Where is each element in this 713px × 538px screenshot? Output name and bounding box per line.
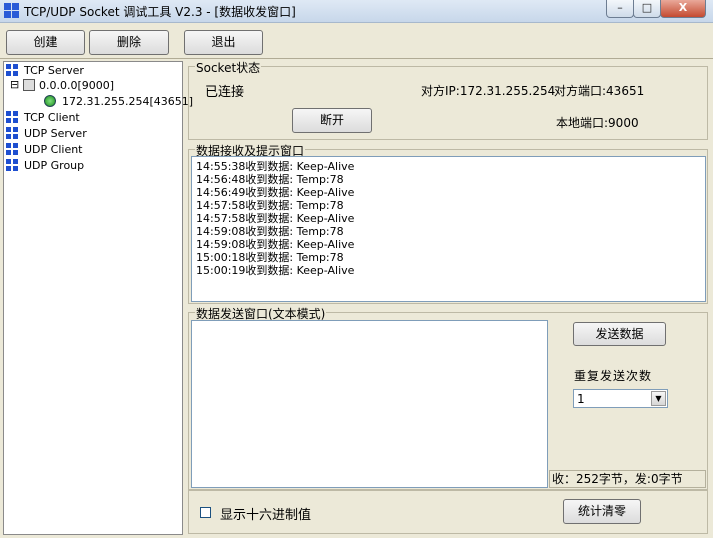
send-data-button[interactable]: 发送数据 xyxy=(573,322,666,346)
disconnect-button[interactable]: 断开 xyxy=(292,108,372,133)
socket-status-label: Socket状态 xyxy=(195,59,262,76)
server-icon xyxy=(23,79,35,91)
receive-textarea[interactable]: 14:55:38收到数据: Keep-Alive 14:56:48收到数据: Te… xyxy=(191,156,706,302)
close-button[interactable]: X xyxy=(660,0,706,18)
exit-button[interactable]: 退出 xyxy=(184,30,263,55)
maximize-icon: □ xyxy=(641,1,653,14)
peer-port: 对方端口:43651 xyxy=(554,84,645,98)
connection-icon xyxy=(44,95,56,107)
collapse-icon[interactable]: ⊟ xyxy=(10,78,19,91)
send-textarea[interactable] xyxy=(191,320,548,488)
grid-icon xyxy=(6,64,19,77)
byte-counter: 收：252字节，发:0字节 xyxy=(549,470,706,488)
log-line: 14:59:08收到数据: Temp:78 xyxy=(196,225,344,238)
repeat-count-label: 重复发送次数 xyxy=(574,369,653,383)
log-line: 14:57:58收到数据: Temp:78 xyxy=(196,199,344,212)
grid-icon xyxy=(6,127,19,140)
clear-stats-button[interactable]: 统计清零 xyxy=(563,499,641,524)
close-icon: X xyxy=(678,1,688,14)
log-line: 15:00:18收到数据: Temp:78 xyxy=(196,251,344,264)
log-line: 14:55:38收到数据: Keep-Alive xyxy=(196,160,355,173)
app-icon xyxy=(4,3,20,19)
repeat-count-value: 1 xyxy=(577,392,585,406)
log-line: 14:56:49收到数据: Keep-Alive xyxy=(196,186,355,199)
log-line: 14:56:48收到数据: Temp:78 xyxy=(196,173,344,186)
log-line: 14:57:58收到数据: Keep-Alive xyxy=(196,212,355,225)
maximize-button[interactable]: □ xyxy=(633,0,661,18)
grid-icon xyxy=(6,159,19,172)
delete-button[interactable]: 删除 xyxy=(89,30,169,55)
window-title: TCP/UDP Socket 调试工具 V2.3 - [数据收发窗口] xyxy=(24,5,296,19)
title-bar[interactable]: TCP/UDP Socket 调试工具 V2.3 - [数据收发窗口] – □ … xyxy=(0,0,713,23)
connection-tree[interactable]: TCP Server ⊟ 0.0.0.0[9000] 172.31.255.25… xyxy=(3,61,193,535)
toolbar-divider xyxy=(0,58,713,59)
peer-ip: 对方IP:172.31.255.254 xyxy=(421,84,556,98)
grid-icon xyxy=(6,111,19,124)
log-line: 14:59:08收到数据: Keep-Alive xyxy=(196,238,355,251)
repeat-count-select[interactable]: 1 ▼ xyxy=(573,389,668,408)
connection-state: 已连接 xyxy=(205,85,245,100)
hex-display-label: 显示十六进制值 xyxy=(220,508,312,523)
log-line: 15:00:19收到数据: Keep-Alive xyxy=(196,264,355,277)
create-button[interactable]: 创建 xyxy=(6,30,85,55)
minimize-icon: – xyxy=(617,1,623,14)
local-port: 本地端口:9000 xyxy=(556,116,639,130)
minimize-button[interactable]: – xyxy=(606,0,634,18)
hex-display-checkbox[interactable] xyxy=(200,507,211,518)
chevron-down-icon[interactable]: ▼ xyxy=(651,391,666,406)
grid-icon xyxy=(6,143,19,156)
